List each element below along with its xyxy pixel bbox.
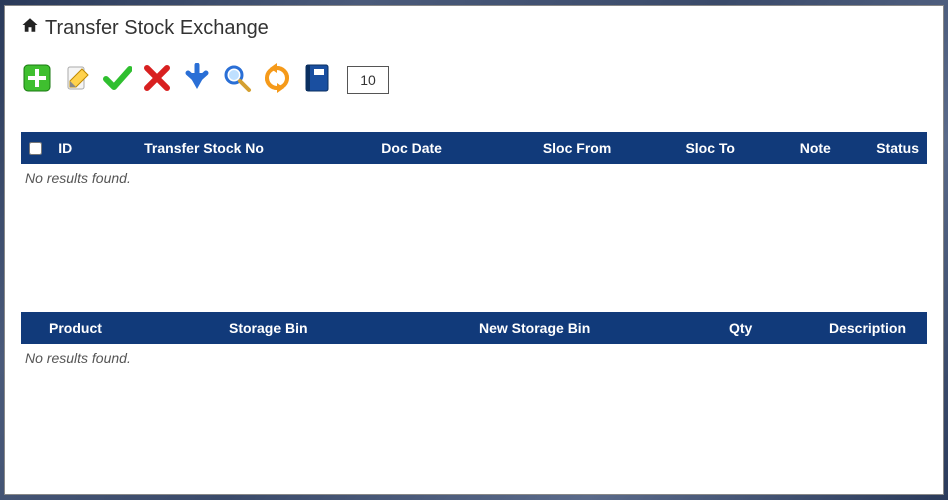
add-button[interactable] [21,64,53,96]
page-size-value: 10 [360,72,376,88]
col-description[interactable]: Description [821,320,927,336]
page-size-box[interactable]: 10 [347,66,389,94]
refresh-button[interactable] [261,64,293,96]
page-title-row: Transfer Stock Exchange [21,16,927,40]
col-doc-date[interactable]: Doc Date [373,140,535,156]
add-icon [22,63,52,98]
toolbar: 10 [21,64,927,96]
col-note[interactable]: Note [792,140,868,156]
download-button[interactable] [181,64,213,96]
main-panel: Transfer Stock Exchange [4,5,944,495]
select-all-checkbox[interactable] [29,142,42,155]
transfer-table-empty: No results found. [21,164,927,192]
select-all-col [21,142,50,155]
refresh-icon [262,63,292,98]
col-transfer-stock-no[interactable]: Transfer Stock No [136,140,373,156]
delete-button[interactable] [141,64,173,96]
check-icon [102,63,132,98]
edit-button[interactable] [61,64,93,96]
col-status[interactable]: Status [868,140,927,156]
approve-button[interactable] [101,64,133,96]
col-new-storage-bin[interactable]: New Storage Bin [471,320,721,336]
search-icon [222,63,252,98]
col-storage-bin[interactable]: Storage Bin [221,320,471,336]
page-title: Transfer Stock Exchange [45,17,269,40]
edit-icon [62,63,92,98]
col-product[interactable]: Product [21,320,221,336]
detail-table-header: Product Storage Bin New Storage Bin Qty … [21,312,927,344]
book-icon [304,63,330,98]
col-qty[interactable]: Qty [721,320,821,336]
download-arrow-icon [182,63,212,98]
col-id[interactable]: ID [50,140,136,156]
col-sloc-to[interactable]: Sloc To [677,140,791,156]
book-button[interactable] [301,64,333,96]
home-icon [21,16,39,40]
section-gap [21,192,927,312]
x-icon [142,63,172,98]
col-sloc-from[interactable]: Sloc From [535,140,678,156]
search-button[interactable] [221,64,253,96]
detail-table-empty: No results found. [21,344,927,372]
transfer-table-header: ID Transfer Stock No Doc Date Sloc From … [21,132,927,164]
